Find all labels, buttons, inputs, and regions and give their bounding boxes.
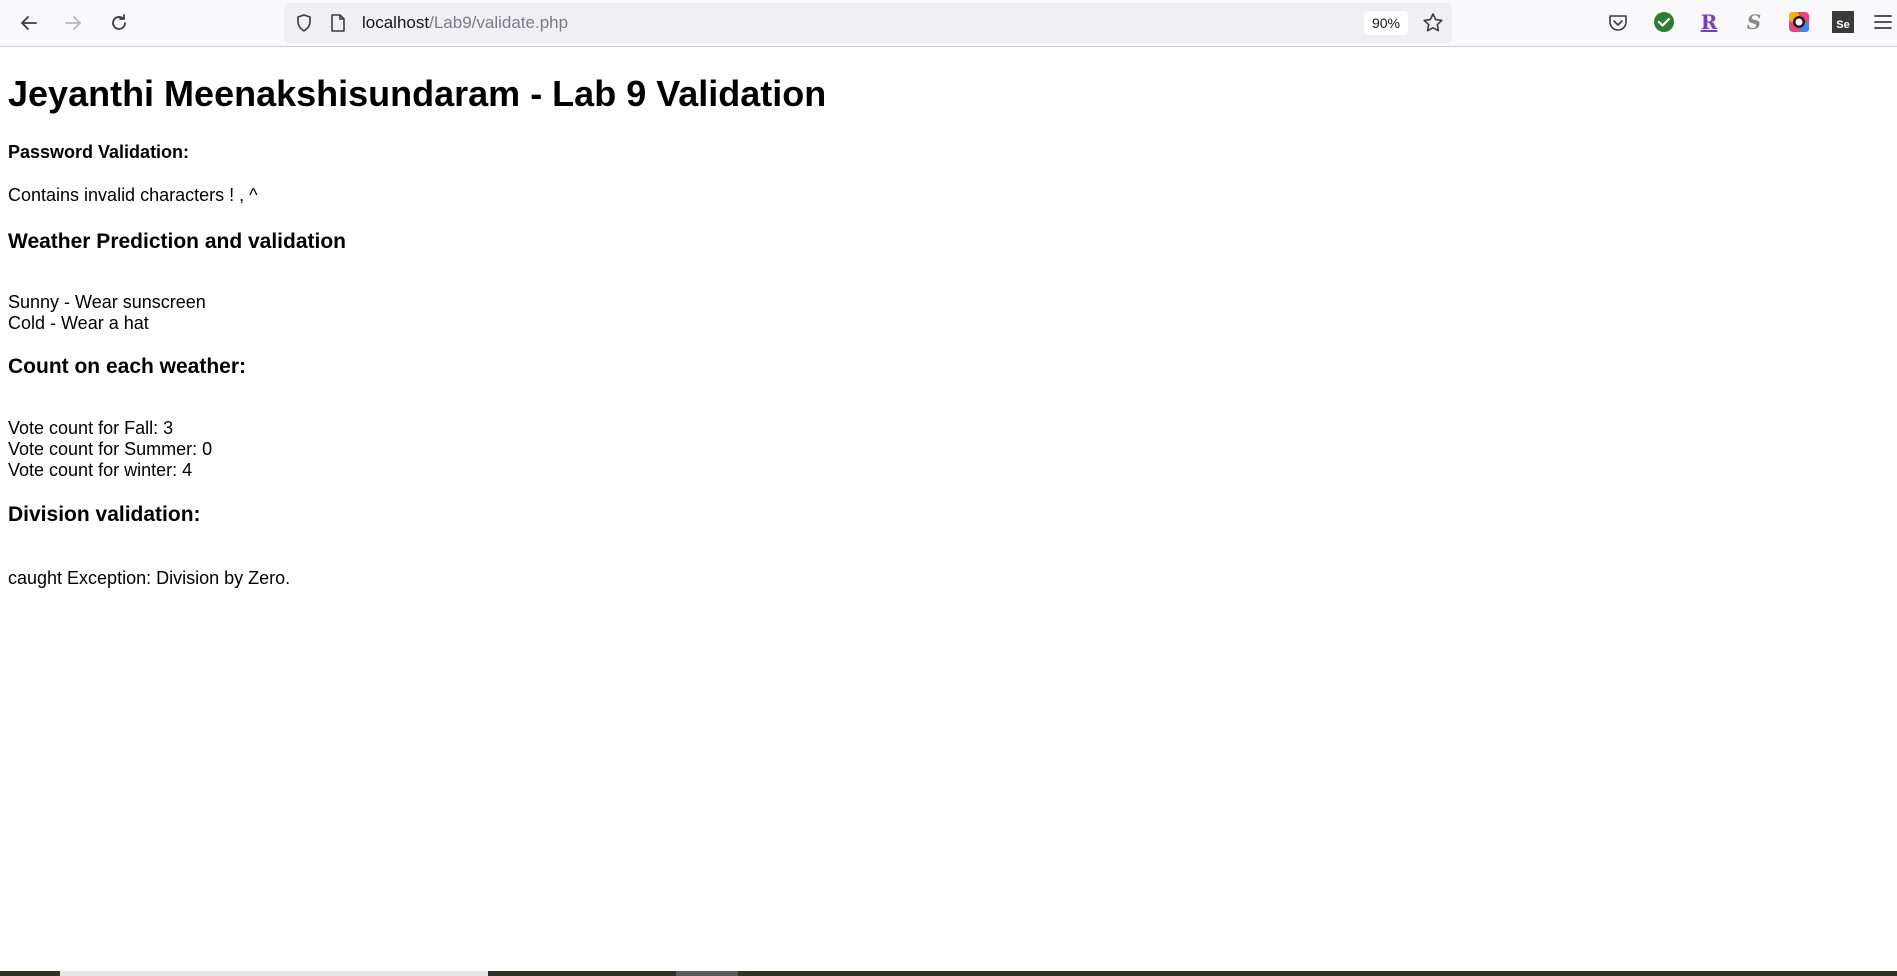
menu-icon[interactable] — [1873, 10, 1893, 34]
reload-icon[interactable] — [102, 6, 136, 40]
password-validation-heading: Password Validation: — [8, 142, 190, 162]
r-extension-icon[interactable]: R — [1697, 10, 1721, 34]
selenium-extension-icon[interactable]: Se — [1831, 10, 1855, 34]
vote-count-line: Vote count for Summer: 0 — [8, 439, 213, 459]
star-icon[interactable] — [1422, 12, 1444, 34]
back-icon[interactable] — [12, 6, 46, 40]
color-extension-icon[interactable] — [1787, 10, 1811, 34]
page-content: Jeyanthi Meenakshisundaram - Lab 9 Valid… — [8, 47, 1888, 589]
vote-count-line: Vote count for winter: 4 — [8, 460, 193, 480]
browser-toolbar: localhost/Lab9/validate.php 90% R S Se — [0, 0, 1897, 47]
weather-line: Cold - Wear a hat — [8, 313, 149, 333]
division-validation-result: caught Exception: Division by Zero. — [8, 568, 291, 588]
weather-count-results: Vote count for Fall: 3 Vote count for Su… — [8, 418, 1888, 481]
url-host: localhost — [362, 13, 430, 32]
url-text[interactable]: localhost/Lab9/validate.php — [362, 13, 568, 33]
page-icon[interactable] — [329, 13, 347, 33]
forward-icon[interactable] — [56, 6, 90, 40]
url-path: /Lab9/validate.php — [429, 13, 569, 32]
s-extension-icon[interactable]: S — [1742, 10, 1766, 34]
vote-count-line: Vote count for Fall: 3 — [8, 418, 174, 438]
pocket-icon[interactable] — [1606, 10, 1630, 34]
weather-line: Sunny - Wear sunscreen — [8, 292, 206, 312]
division-validation-heading: Division validation: — [8, 503, 201, 526]
zoom-level-badge[interactable]: 90% — [1364, 11, 1408, 35]
weather-results: Sunny - Wear sunscreen Cold - Wear a hat — [8, 292, 1888, 334]
shield-icon[interactable] — [294, 13, 314, 33]
weather-prediction-heading: Weather Prediction and validation — [8, 230, 347, 253]
checkmark-extension-icon[interactable] — [1652, 10, 1676, 34]
selenium-label: Se — [1832, 11, 1854, 33]
password-validation-result: Contains invalid characters ! , ^ — [8, 185, 258, 205]
address-bar[interactable]: localhost/Lab9/validate.php 90% — [284, 3, 1452, 43]
weather-count-heading: Count on each weather: — [8, 355, 247, 378]
page-title: Jeyanthi Meenakshisundaram - Lab 9 Valid… — [8, 73, 827, 114]
taskbar-edge — [0, 971, 1897, 976]
